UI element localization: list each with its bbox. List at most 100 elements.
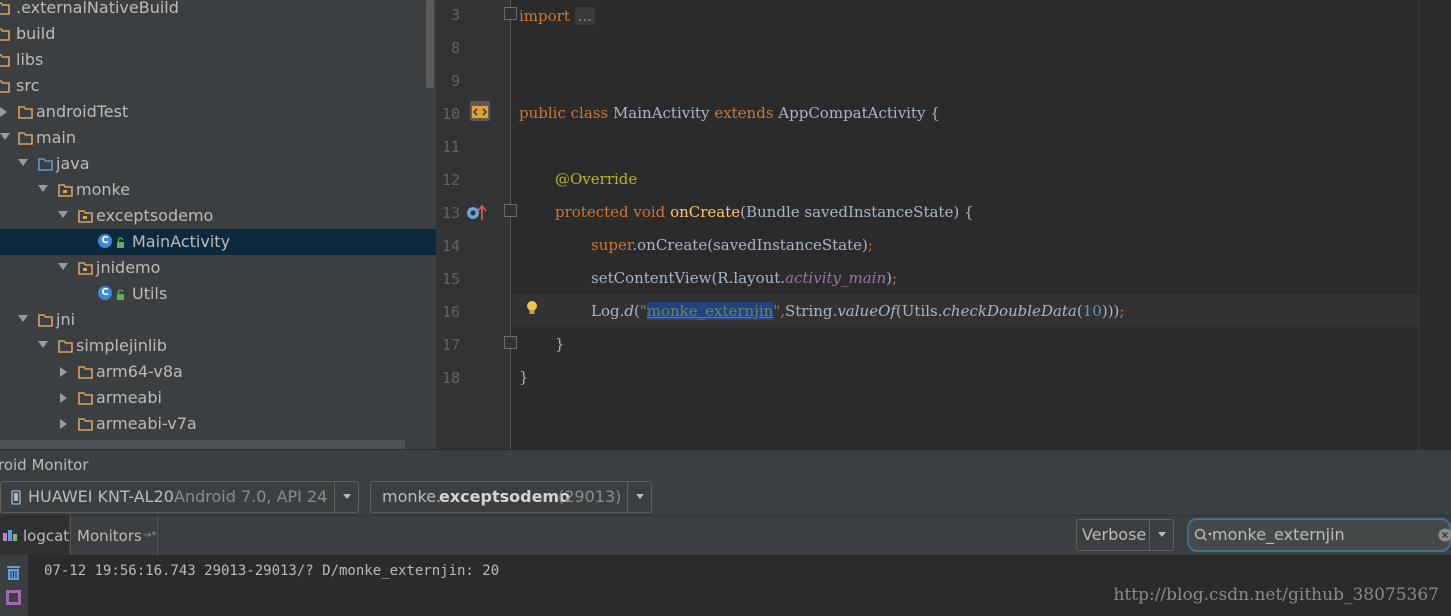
tree-item-jnidemo[interactable]: jnidemo [0,255,436,281]
tree-item-label: monke [76,180,131,199]
code-line-14[interactable]: super.onCreate(savedInstanceState); [591,229,873,262]
activity-layout-icon[interactable] [469,100,491,122]
code-token: extends [714,104,779,122]
code-token: valueOf [837,302,896,320]
tree-vertical-scrollbar[interactable] [426,0,434,88]
folder-icon [78,392,93,405]
code-line-17[interactable]: } [555,328,565,361]
line-number: 11 [441,138,460,156]
code-token: ; [867,236,873,254]
collapse-arrow-icon[interactable] [0,125,10,151]
tree-item-mainactivity[interactable]: C MainActivity [0,229,436,255]
editor-gutter[interactable]: 3 8 9 10 11 12 13 14 15 16 17 18 [436,0,517,449]
tab-monitors[interactable]: Monitors →* [70,516,158,556]
code-token: protected void [555,203,671,221]
expand-arrow-icon[interactable] [0,99,10,125]
code-token: (Utils. [895,302,943,320]
tree-item-java[interactable]: java [0,151,436,177]
tree-item-arm64-v8a[interactable]: arm64-v8a [0,359,436,385]
collapse-arrow-icon[interactable] [38,177,48,203]
tab-logcat[interactable]: logcat [0,516,69,556]
line-number: 18 [441,369,460,387]
folder-icon [78,366,93,379]
tree-item-armeabi-v7a[interactable]: armeabi-v7a [0,411,436,437]
tree-item-main[interactable]: main [0,125,436,151]
collapse-arrow-icon[interactable] [58,255,68,281]
tree-item-externalnativebuild[interactable]: .externalNativeBuild [0,0,436,21]
folder-icon [0,2,10,15]
logcat-output[interactable]: 07-12 19:56:16.743 29013-29013/? D/monke… [0,555,1451,616]
collapse-arrow-icon[interactable] [18,307,28,333]
tree-item-label: libs [16,50,44,69]
collapse-arrow-icon[interactable] [38,333,48,359]
code-line-13[interactable]: protected void onCreate(Bundle savedInst… [555,196,973,229]
tree-item-androidtest[interactable]: androidTest [0,99,436,125]
log-level-selector[interactable]: Verbose [1076,519,1174,551]
package-icon [78,210,93,223]
tree-item-exceptsodemo[interactable]: exceptsodemo [0,203,436,229]
line-number: 8 [450,39,460,57]
log-search-input[interactable]: monke_externjin [1187,518,1451,552]
code-token: } [555,335,565,353]
tree-item-src[interactable]: src [0,73,436,99]
dropdown-arrow-icon[interactable] [627,482,651,512]
folder-icon [18,132,33,145]
log-line[interactable]: 07-12 19:56:16.743 29013-29013/? D/monke… [44,563,499,579]
code-line-18[interactable]: } [519,361,529,394]
folded-imports[interactable]: ... [574,7,595,25]
selected-string[interactable]: monke_externjin [646,302,774,320]
clear-search-icon[interactable] [1438,528,1451,542]
lock-icon [117,289,124,300]
tree-item-libs[interactable]: libs [0,47,436,73]
code-line-12[interactable]: @Override [555,163,637,196]
dropdown-arrow-icon[interactable] [1149,520,1173,550]
search-value: monke_externjin [1212,525,1345,544]
screen-capture-icon[interactable] [5,589,22,606]
tree-item-build[interactable]: build [0,21,436,47]
line-number: 17 [441,336,460,354]
package-icon [58,184,73,197]
dropdown-arrow-icon[interactable] [334,482,358,512]
tree-horizontal-scrollbar[interactable] [0,440,405,449]
fold-marker-icon[interactable] [504,336,517,349]
collapse-arrow-icon[interactable] [58,203,68,229]
expand-arrow-icon[interactable] [60,359,70,385]
code-line-3[interactable]: import ... [519,0,595,33]
code-line-15[interactable]: setContentView(R.layout.activity_main); [591,262,897,295]
tree-item-simplejinlib[interactable]: simplejinlib [0,333,436,359]
expand-arrow-icon[interactable] [60,385,70,411]
folder-icon [0,80,10,93]
tree-item-jni[interactable]: jni [0,307,436,333]
code-editor[interactable]: 3 8 9 10 11 12 13 14 15 16 17 18 import … [436,0,1451,449]
project-tree: .externalNativeBuild build libs src andr… [0,0,436,449]
fold-marker-icon[interactable] [504,204,517,217]
tree-item-label: simplejinlib [76,336,167,355]
fold-marker-icon[interactable] [504,7,517,20]
phone-icon [11,490,21,505]
tree-item-label: androidTest [36,102,129,121]
code-token: .onCreate(savedInstanceState) [632,236,868,254]
expand-arrow-icon[interactable] [60,411,70,437]
collapse-arrow-icon[interactable] [18,151,28,177]
override-method-icon[interactable] [466,203,488,221]
tree-item-label: exceptsodemo [96,206,214,225]
tree-item-utils[interactable]: C Utils [0,281,436,307]
code-token: ; [1119,302,1125,320]
trash-icon[interactable] [6,565,21,581]
lightbulb-icon[interactable] [525,300,539,318]
code-token: } [519,368,529,386]
tree-item-monke[interactable]: monke [0,177,436,203]
device-selector[interactable]: HUAWEI KNT-AL20 Android 7.0, API 24 [0,481,359,513]
code-line-10[interactable]: public class MainActivity extends AppCom… [519,97,940,130]
folder-icon [18,106,33,119]
tree-item-armeabi[interactable]: armeabi [0,385,436,411]
process-selector[interactable]: monke. exceptsodemo (29013) [370,481,652,513]
source-folder-icon [38,158,53,171]
line-number: 13 [441,204,460,222]
logcat-icon [3,530,17,541]
tree-item-label: arm64-v8a [96,362,183,381]
code-token: " [639,302,647,320]
monitor-toolbar: HUAWEI KNT-AL20 Android 7.0, API 24 monk… [0,479,1451,515]
code-line-16[interactable]: Log.d("monke_externjin",String.valueOf(U… [591,295,1124,328]
code-token: AppCompatActivity { [778,104,940,122]
